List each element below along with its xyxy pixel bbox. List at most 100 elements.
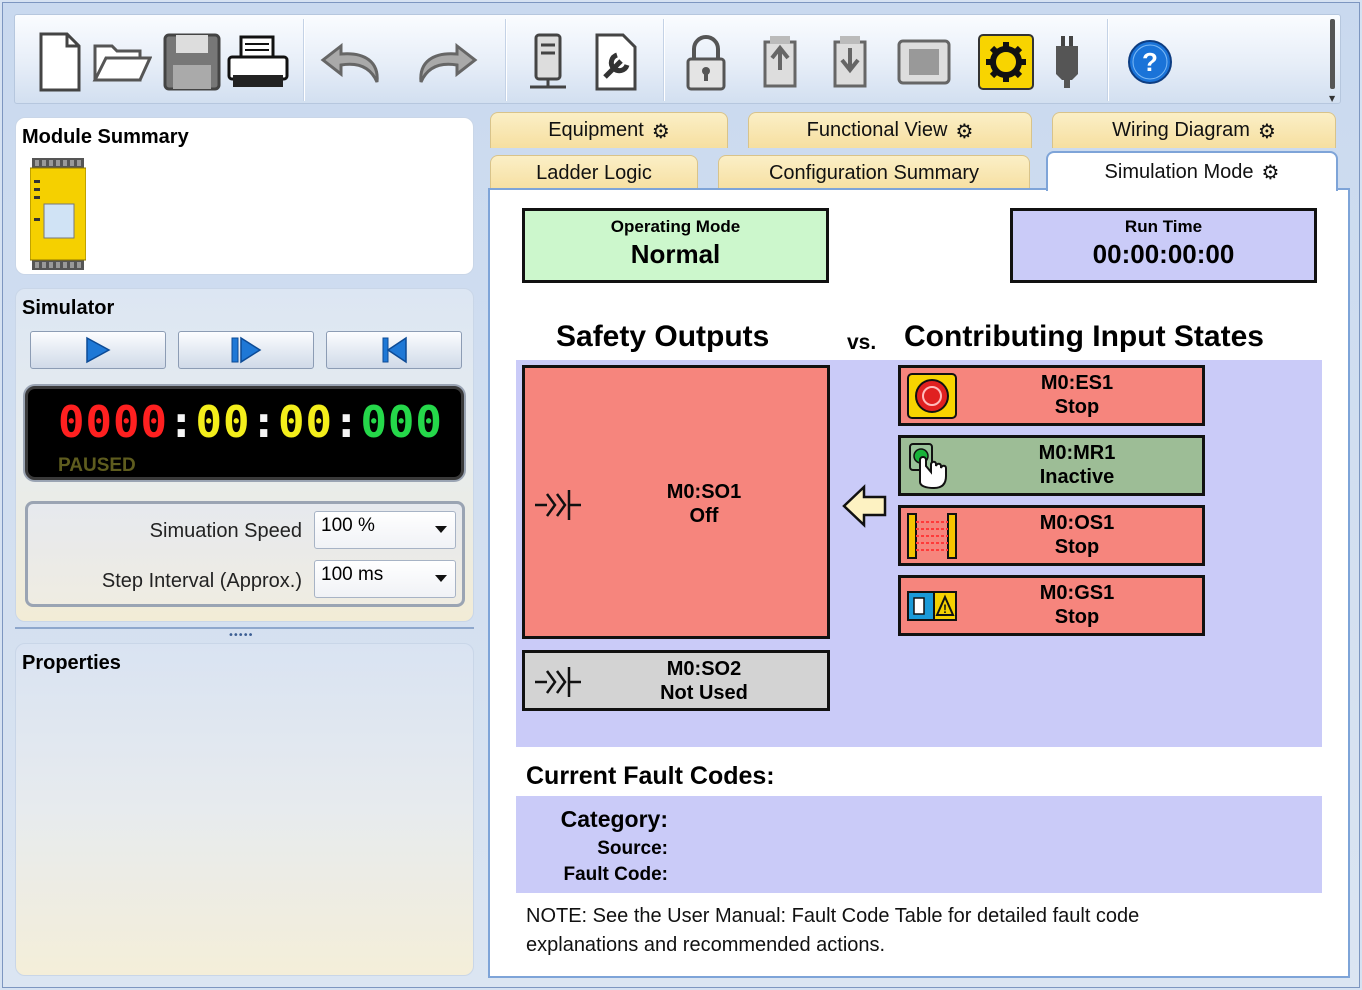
- light-curtain-icon: [907, 513, 957, 559]
- new-file-icon[interactable]: [29, 29, 91, 95]
- fault-code-note: NOTE: See the User Manual: Fault Code Ta…: [526, 905, 1140, 956]
- input-os1[interactable]: M0:OS1 Stop: [898, 505, 1205, 566]
- tab-label: Simulation Mode: [1104, 160, 1254, 183]
- redo-icon[interactable]: [409, 29, 481, 95]
- output-name: M0:SO1: [666, 481, 742, 503]
- input-name: M0:ES1: [1040, 372, 1114, 394]
- input-gs1[interactable]: ! M0:GS1 Stop: [898, 575, 1205, 636]
- output-state: Not Used: [660, 682, 748, 704]
- interval-label: Step Interval (Approx.): [101, 570, 302, 592]
- grip-icon: •••••: [228, 630, 253, 641]
- gate-switch-icon: !: [907, 591, 957, 621]
- module-write-icon[interactable]: [749, 29, 811, 95]
- gear-icon: ⚙: [651, 118, 670, 143]
- tab-functional-view[interactable]: Functional View ⚙: [748, 112, 1032, 148]
- module-view-icon[interactable]: [893, 29, 955, 95]
- undo-icon[interactable]: [317, 29, 389, 95]
- skip-back-icon: [382, 336, 407, 364]
- output-state: Off: [689, 505, 719, 527]
- contact-icon: [535, 490, 581, 520]
- speed-label: Simuation Speed: [149, 520, 302, 542]
- fault-codes-title: Current Fault Codes:: [526, 762, 775, 790]
- properties-title: Properties: [22, 652, 121, 674]
- input-state: Inactive: [1039, 466, 1115, 488]
- clock-hours: 0000: [58, 397, 168, 448]
- help-icon[interactable]: ?: [1119, 29, 1181, 95]
- gear-icon: ⚙: [1257, 118, 1276, 143]
- input-mr1[interactable]: M0:MR1 Inactive: [898, 435, 1205, 496]
- module-thumbnail[interactable]: [29, 158, 87, 274]
- tab-wiring-diagram[interactable]: Wiring Diagram ⚙: [1052, 112, 1336, 148]
- chevron-down-icon: [435, 526, 447, 533]
- svg-text:!: !: [943, 602, 947, 616]
- fault-codes-area: Category: Source: Fault Code:: [516, 796, 1322, 893]
- clock-minutes: 00: [195, 397, 251, 448]
- svg-text:?: ?: [1142, 47, 1158, 77]
- tab-ladder-logic[interactable]: Ladder Logic: [490, 155, 698, 191]
- save-icon[interactable]: [161, 29, 223, 95]
- clock-sep: :: [332, 397, 361, 448]
- open-folder-icon[interactable]: [91, 29, 153, 95]
- tab-label: Ladder Logic: [536, 162, 652, 184]
- input-name: M0:MR1: [1038, 442, 1116, 464]
- speed-select[interactable]: 100 %: [314, 511, 456, 549]
- speed-settings-box: Simuation Speed 100 % Step Interval (App…: [25, 501, 465, 607]
- input-state: Stop: [1054, 536, 1100, 558]
- lock-icon[interactable]: [675, 29, 737, 95]
- simulator-panel: Simulator 0000:00:00:000 PAUSED Simuatio…: [15, 288, 474, 622]
- speed-value: 100 %: [321, 515, 375, 536]
- tab-label: Functional View: [806, 119, 948, 141]
- manual-reset-icon: [909, 443, 947, 490]
- toolbar: ? ▼: [14, 14, 1341, 104]
- print-icon[interactable]: [227, 29, 289, 95]
- network-device-icon[interactable]: [517, 29, 579, 95]
- run-time-label: Run Time: [1124, 217, 1203, 236]
- contributing-inputs-heading: Contributing Input States: [904, 320, 1264, 353]
- run-time-value: 00:00:00:00: [1092, 239, 1235, 269]
- module-summary-title: Module Summary: [22, 126, 189, 148]
- clock-seconds: 00: [277, 397, 333, 448]
- clock-digits: 0000:00:00:000: [58, 397, 443, 448]
- input-name: M0:OS1: [1039, 512, 1115, 534]
- tab-simulation-mode[interactable]: Simulation Mode ⚙: [1046, 151, 1338, 191]
- safety-outputs-heading: Safety Outputs: [556, 320, 770, 353]
- tab-label: Wiring Diagram: [1112, 119, 1250, 141]
- clock-sep: :: [167, 397, 196, 448]
- interval-select[interactable]: 100 ms: [314, 560, 456, 598]
- play-button[interactable]: [30, 331, 166, 369]
- input-state: Stop: [1054, 396, 1100, 418]
- operating-mode-box: Operating Mode Normal: [522, 208, 829, 283]
- fault-source-label: Source:: [597, 838, 668, 859]
- module-summary-panel: Module Summary: [15, 117, 474, 275]
- output-name: M0:SO2: [666, 658, 742, 680]
- simulation-mode-content: Operating Mode Normal Run Time 00:00:00:…: [488, 188, 1350, 978]
- panel-splitter[interactable]: •••••: [15, 627, 474, 641]
- properties-panel: Properties: [15, 643, 474, 976]
- usb-plug-icon[interactable]: [1041, 29, 1093, 95]
- gear-icon: ⚙: [1261, 160, 1280, 184]
- arrow-left-icon: [842, 484, 887, 528]
- input-es1[interactable]: M0:ES1 Stop: [898, 365, 1205, 426]
- clock-millis: 000: [360, 397, 443, 448]
- simulator-title: Simulator: [22, 297, 115, 319]
- toolbar-scrollbar[interactable]: ▼: [1328, 19, 1338, 103]
- simulation-gear-icon[interactable]: [973, 29, 1039, 95]
- tab-equipment[interactable]: Equipment ⚙: [490, 112, 728, 148]
- operating-mode-label: Operating Mode: [610, 217, 741, 236]
- tab-configuration-summary[interactable]: Configuration Summary: [718, 155, 1030, 191]
- tab-label: Configuration Summary: [768, 162, 980, 184]
- interval-value: 100 ms: [321, 564, 384, 585]
- output-so2[interactable]: M0:SO2 Not Used: [522, 650, 830, 711]
- run-time-box: Run Time 00:00:00:00: [1010, 208, 1317, 283]
- module-read-icon[interactable]: [819, 29, 881, 95]
- input-name: M0:GS1: [1039, 582, 1115, 604]
- step-icon: [231, 336, 262, 364]
- reset-button[interactable]: [326, 331, 462, 369]
- outputs-inputs-area: M0:SO1 Off M0:SO2 Not Used M0:ES1 Stop M…: [516, 360, 1322, 747]
- clock-status: PAUSED: [58, 455, 136, 476]
- emergency-stop-icon: [907, 373, 957, 419]
- clock-sep: :: [250, 397, 278, 448]
- output-so1[interactable]: M0:SO1 Off: [522, 365, 830, 639]
- step-button[interactable]: [178, 331, 314, 369]
- configure-device-icon[interactable]: [585, 29, 647, 95]
